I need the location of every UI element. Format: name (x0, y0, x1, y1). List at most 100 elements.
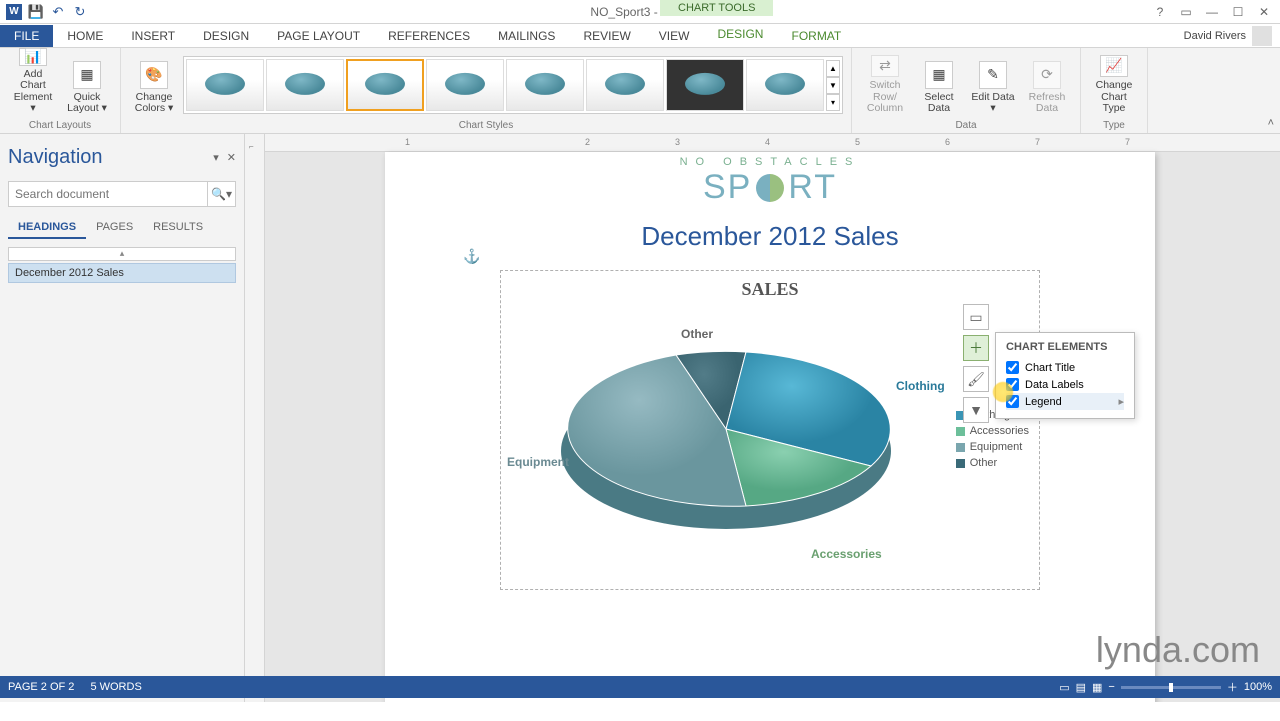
zoom-controls: ▭ ▤ ▦ − ＋ 100% (1059, 679, 1272, 695)
view-web-icon[interactable]: ▦ (1092, 681, 1102, 694)
search-box[interactable]: 🔍▾ (8, 181, 236, 207)
logo-title: SPRT (385, 168, 1155, 207)
chart-filters-button[interactable]: ▼ (963, 397, 989, 423)
view-print-icon[interactable]: ▤ (1076, 681, 1086, 694)
gallery-more-icon[interactable]: ▾ (826, 94, 840, 111)
chart-elements-button[interactable]: ＋ (963, 335, 989, 361)
quick-access-toolbar: W 💾 ↶ ↻ (0, 4, 88, 20)
data-label-accessories[interactable]: Accessories (811, 547, 882, 561)
view-read-icon[interactable]: ▭ (1059, 681, 1069, 694)
chart-object[interactable]: SALES (500, 270, 1040, 590)
document-page[interactable]: NO OBSTACLES SPRT ⚓ December 2012 Sales … (385, 152, 1155, 702)
style-thumb-3[interactable] (346, 59, 424, 111)
help-icon[interactable]: ? (1152, 4, 1168, 20)
title-bar: W 💾 ↶ ↻ NO_Sport3 - Word CHART TOOLS ? ▭… (0, 0, 1280, 24)
heading-jump-top[interactable]: ▴ (8, 247, 236, 261)
tab-chart-format[interactable]: FORMAT (777, 25, 855, 47)
tab-home[interactable]: HOME (53, 25, 117, 47)
group-chart-styles: Chart Styles (459, 120, 513, 131)
chevron-up-icon[interactable]: ▲ (826, 60, 840, 77)
chart-styles-button[interactable]: 🖌 (963, 366, 989, 392)
pie-chart[interactable] (551, 311, 901, 554)
chart-elements-title: CHART ELEMENTS (1006, 341, 1124, 353)
status-words[interactable]: 5 WORDS (90, 681, 141, 693)
legend-other: Other (970, 457, 998, 469)
data-label-other[interactable]: Other (681, 327, 713, 341)
tab-insert[interactable]: INSERT (117, 25, 189, 47)
select-data-button[interactable]: ▦Select Data (914, 53, 964, 117)
style-thumb-2[interactable] (266, 59, 344, 111)
avatar-icon (1252, 26, 1272, 46)
checkbox-data-labels[interactable]: Data Labels (1006, 376, 1124, 393)
tab-review[interactable]: REVIEW (569, 25, 644, 47)
change-colors-button[interactable]: 🎨Change Colors ▾ (129, 53, 179, 117)
layout-options-button[interactable]: ▭ (963, 304, 989, 330)
zoom-in-icon[interactable]: ＋ (1227, 679, 1238, 695)
edit-data-button[interactable]: ✎Edit Data ▾ (968, 53, 1018, 117)
chevron-right-icon[interactable]: ▸ (1118, 395, 1124, 408)
navigation-title: Navigation ▾✕ (8, 146, 236, 169)
select-data-icon: ▦ (925, 61, 953, 89)
data-label-clothing[interactable]: Clothing (896, 379, 945, 393)
horizontal-ruler[interactable]: 1 2 3 4 5 6 7 7 (265, 134, 1280, 152)
tab-page-layout[interactable]: PAGE LAYOUT (263, 25, 374, 47)
collapse-ribbon-icon[interactable]: ˄ (1268, 117, 1274, 129)
document-heading[interactable]: December 2012 Sales (385, 221, 1155, 252)
tab-file[interactable]: FILE (0, 25, 53, 47)
ribbon-display-icon[interactable]: ▭ (1178, 4, 1194, 20)
tab-chart-design[interactable]: DESIGN (703, 23, 777, 47)
chevron-down-icon[interactable]: ▼ (826, 77, 840, 94)
nav-tabs: HEADINGS PAGES RESULTS (8, 217, 236, 239)
chart-styles-gallery[interactable]: ▲▼▾ (183, 56, 843, 114)
style-thumb-8[interactable] (746, 59, 824, 111)
maximize-icon[interactable]: ☐ (1230, 4, 1246, 20)
tab-references[interactable]: REFERENCES (374, 25, 484, 47)
nav-tab-headings[interactable]: HEADINGS (8, 217, 86, 239)
legend-equipment: Equipment (970, 441, 1023, 453)
tab-design[interactable]: DESIGN (189, 25, 263, 47)
gallery-spinner[interactable]: ▲▼▾ (826, 60, 840, 111)
zoom-out-icon[interactable]: − (1108, 681, 1114, 693)
heading-december-sales[interactable]: December 2012 Sales (8, 263, 236, 283)
chart-title[interactable]: SALES (501, 271, 1039, 300)
status-page[interactable]: PAGE 2 OF 2 (8, 681, 74, 693)
data-label-equipment[interactable]: Equipment (507, 455, 569, 469)
nav-tab-pages[interactable]: PAGES (86, 217, 143, 239)
nav-tab-results[interactable]: RESULTS (143, 217, 213, 239)
style-thumb-7[interactable] (666, 59, 744, 111)
logo: NO OBSTACLES SPRT (385, 152, 1155, 207)
zoom-slider[interactable] (1121, 686, 1221, 689)
save-icon[interactable]: 💾 (28, 4, 44, 20)
quick-layout-button[interactable]: ▦Quick Layout ▾ (62, 53, 112, 117)
tab-view[interactable]: VIEW (645, 25, 704, 47)
zoom-level[interactable]: 100% (1244, 681, 1272, 693)
user-account[interactable]: David Rivers (1184, 26, 1272, 46)
close-icon[interactable]: ✕ (1256, 4, 1272, 20)
redo-icon[interactable]: ↻ (72, 4, 88, 20)
search-icon[interactable]: 🔍▾ (207, 182, 235, 206)
nav-menu-icon[interactable]: ▾ (213, 151, 219, 164)
word-app-icon[interactable]: W (6, 4, 22, 20)
document-area[interactable]: 1 2 3 4 5 6 7 7 NO OBSTACLES SPRT ⚓ Dece… (265, 134, 1280, 702)
add-chart-element-button[interactable]: 📊Add Chart Element ▾ (8, 53, 58, 117)
minimize-icon[interactable]: — (1204, 4, 1220, 20)
search-input[interactable] (9, 182, 207, 206)
lynda-watermark: lynda.com (1096, 629, 1260, 671)
switch-row-column-button: ⇄Switch Row/ Column (860, 53, 910, 117)
tab-mailings[interactable]: MAILINGS (484, 25, 569, 47)
window-controls: ? ▭ — ☐ ✕ (1152, 4, 1280, 20)
undo-icon[interactable]: ↶ (50, 4, 66, 20)
style-thumb-1[interactable] (186, 59, 264, 111)
vertical-ruler: ⌐ (245, 134, 265, 702)
edit-data-icon: ✎ (979, 61, 1007, 89)
style-thumb-4[interactable] (426, 59, 504, 111)
style-thumb-6[interactable] (586, 59, 664, 111)
change-chart-type-button[interactable]: 📈Change Chart Type (1089, 53, 1139, 117)
nav-close-icon[interactable]: ✕ (227, 151, 236, 164)
status-bar: PAGE 2 OF 2 5 WORDS ▭ ▤ ▦ − ＋ 100% (0, 676, 1280, 698)
style-thumb-5[interactable] (506, 59, 584, 111)
anchor-icon[interactable]: ⚓ (463, 248, 480, 265)
checkbox-legend[interactable]: Legend▸ (1006, 393, 1124, 410)
ribbon: 📊Add Chart Element ▾ ▦Quick Layout ▾ Cha… (0, 48, 1280, 134)
checkbox-chart-title[interactable]: Chart Title (1006, 359, 1124, 376)
